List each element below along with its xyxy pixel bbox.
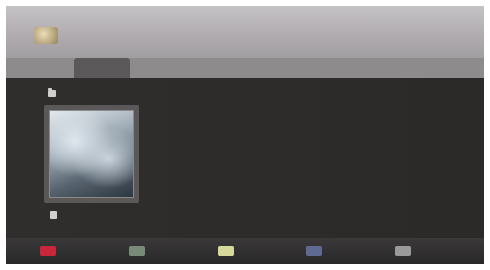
current-folder[interactable]: [48, 87, 125, 99]
breadcrumb-item[interactable]: [126, 30, 172, 40]
media-thumbnail-card[interactable]: [44, 105, 139, 203]
key-red[interactable]: [40, 238, 129, 264]
media-browser-screen: [6, 6, 484, 264]
tab-4[interactable]: [160, 58, 190, 78]
red-key-swatch: [40, 246, 56, 256]
breadcrumb: [6, 6, 484, 64]
tab-3[interactable]: [130, 58, 160, 78]
breadcrumb-item[interactable]: [66, 30, 112, 40]
tab-5[interactable]: [424, 58, 454, 78]
key-green[interactable]: [128, 238, 218, 264]
tab-bar: [6, 58, 484, 78]
header-bar: [6, 6, 484, 64]
file-icon: [50, 211, 57, 219]
media-thumbnail-image: [49, 110, 134, 198]
key-yellow[interactable]: [217, 238, 307, 264]
media-item-caption: [50, 209, 114, 221]
breadcrumb-item[interactable]: [186, 30, 232, 40]
info-key-swatch: [395, 246, 412, 256]
color-key-bar: [6, 238, 484, 264]
blue-key-swatch: [306, 246, 323, 256]
key-info[interactable]: [395, 238, 484, 264]
folder-icon: [48, 87, 56, 97]
yellow-key-swatch: [217, 246, 234, 256]
tab-2-active[interactable]: [74, 58, 130, 78]
tab-6[interactable]: [454, 58, 484, 78]
content-area: [6, 78, 484, 238]
green-key-swatch: [128, 246, 145, 256]
tab-1[interactable]: [44, 58, 74, 78]
key-blue[interactable]: [306, 238, 395, 264]
